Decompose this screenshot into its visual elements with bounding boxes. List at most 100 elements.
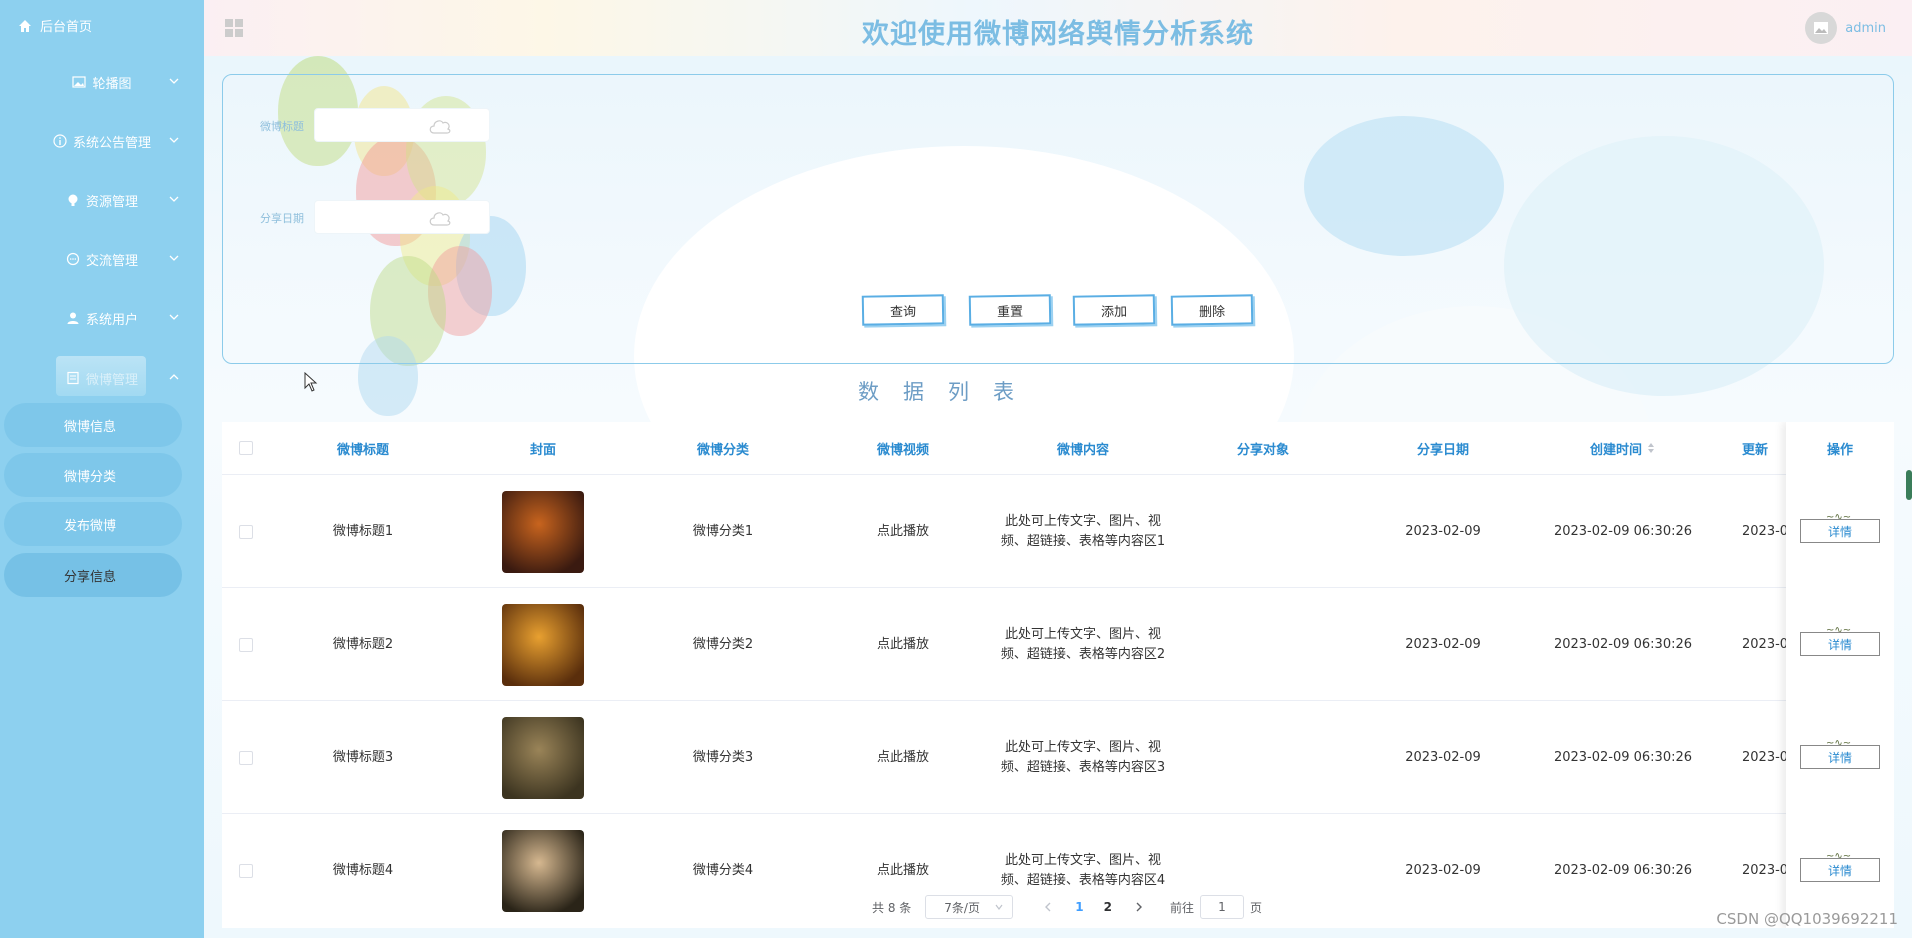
sort-icon[interactable] — [1646, 442, 1656, 454]
cell-created: 2023-02-09 06:30:26 — [1553, 636, 1693, 652]
chevron-down-icon — [169, 255, 179, 261]
select-all-checkbox[interactable] — [239, 441, 253, 455]
cover-image[interactable] — [502, 829, 584, 912]
bulb-icon — [66, 193, 80, 207]
cell-created: 2023-02-09 06:30:26 — [1553, 749, 1693, 765]
username: admin — [1845, 20, 1886, 36]
detail-button[interactable]: 详情 — [1800, 632, 1880, 656]
sidebar-item-resource[interactable]: 资源管理 — [0, 180, 204, 220]
table-row: 微博标题3 微博分类3 点此播放 此处可上传文字、图片、视 频、超链接、表格等内容区3 2… — [222, 700, 1894, 813]
prev-page-icon[interactable] — [1043, 902, 1053, 912]
row-checkbox[interactable] — [239, 524, 253, 539]
page-size-value: 7条/页 — [944, 900, 980, 915]
sidebar-item-label: 资源管理 — [85, 194, 138, 210]
sidebar-item-notice[interactable]: 系统公告管理 — [0, 121, 204, 161]
page-number-1[interactable]: 1 — [1075, 900, 1083, 914]
add-button[interactable]: 添加 — [1072, 294, 1156, 326]
query-button[interactable]: 查询 — [861, 294, 945, 326]
col-header-title: 微博标题 — [336, 442, 389, 458]
chevron-down-icon — [169, 137, 179, 143]
detail-button[interactable]: 详情 — [1800, 858, 1880, 882]
detail-button[interactable]: 详情 — [1800, 519, 1880, 543]
next-page-icon[interactable] — [1134, 902, 1144, 912]
cell-share-date: 2023-02-09 — [1405, 749, 1481, 765]
watermark: CSDN @QQ1039692211 — [1716, 910, 1898, 928]
cover-image[interactable] — [502, 716, 584, 799]
chat-icon — [66, 252, 80, 266]
col-header-created-label: 创建时间 — [1589, 442, 1642, 458]
detail-button[interactable]: 详情 — [1800, 745, 1880, 769]
video-play-link[interactable]: 点此播放 — [840, 701, 966, 814]
cloud-icon — [429, 120, 451, 134]
title-search-input[interactable] — [314, 108, 490, 142]
home-icon — [19, 19, 31, 32]
chevron-down-icon — [169, 314, 179, 320]
cell-cover — [480, 814, 606, 927]
sidebar-item-carousel[interactable]: 轮播图 — [0, 62, 204, 102]
delete-button[interactable]: 删除 — [1170, 294, 1254, 326]
cell-created: 2023-02-09 06:30:26 — [1553, 523, 1693, 539]
page-number-2[interactable]: 2 — [1104, 900, 1112, 914]
goto-page-input[interactable]: 1 — [1200, 895, 1244, 919]
sidebar-item-users[interactable]: 系统用户 — [0, 298, 204, 338]
table-row: 微博标题1 微博分类1 点此播放 此处可上传文字、图片、视 频、超链接、表格等内容区1 2… — [222, 474, 1894, 587]
reset-button[interactable]: 重置 — [968, 294, 1052, 326]
content-line: 频、超链接、表格等内容区4 — [1000, 872, 1166, 888]
select-all-header[interactable] — [222, 422, 270, 474]
sidebar: 后台首页 轮播图 系统公告管理 资源管理 交流管理 系统用户 微博管理 微博信息… — [0, 0, 204, 938]
cover-image[interactable] — [502, 490, 584, 573]
user-icon — [66, 311, 80, 325]
sidebar-home[interactable]: 后台首页 — [18, 16, 92, 35]
sidebar-item-label: 系统公告管理 — [72, 135, 151, 151]
sidebar-sub-share-info[interactable]: 分享信息 — [4, 553, 182, 597]
video-play-link[interactable]: 点此播放 — [840, 475, 966, 588]
info-icon — [53, 134, 67, 148]
sidebar-item-communication[interactable]: 交流管理 — [0, 239, 204, 279]
goto-prefix: 前往 — [1169, 900, 1194, 915]
row-checkbox[interactable] — [239, 637, 253, 652]
sidebar-item-weibo[interactable]: 微博管理 — [0, 358, 204, 398]
user-menu[interactable]: admin — [1805, 12, 1886, 44]
col-header-operation: 操作 — [1826, 442, 1853, 458]
cell-share-date: 2023-02-09 — [1405, 523, 1481, 539]
col-header-target: 分享对象 — [1236, 442, 1289, 458]
cell-share-date: 2023-02-09 — [1405, 636, 1481, 652]
cell-cover — [480, 701, 606, 814]
video-play-link[interactable]: 点此播放 — [840, 588, 966, 701]
cell-category: 微博分类1 — [692, 523, 754, 539]
date-search-input[interactable] — [314, 200, 490, 234]
data-table: 微博标题 封面 微博分类 微博视频 微博内容 分享对象 分享日期 创建时间 更新… — [222, 422, 1894, 928]
content-line: 频、超链接、表格等内容区2 — [1000, 646, 1166, 662]
chevron-down-icon — [169, 196, 179, 202]
table-row: 微博标题2 微博分类2 点此播放 此处可上传文字、图片、视 频、超链接、表格等内容区2 2… — [222, 587, 1894, 700]
content-line: 此处可上传文字、图片、视 — [1004, 852, 1161, 868]
sidebar-sub-weibo-info[interactable]: 微博信息 — [4, 403, 182, 447]
sidebar-sub-label: 微博分类 — [64, 469, 117, 485]
mouse-cursor-icon — [304, 372, 318, 392]
scrollbar-thumb[interactable] — [1906, 470, 1912, 500]
sidebar-sub-label: 微博信息 — [64, 419, 117, 435]
cell-target — [1200, 701, 1326, 814]
cover-image[interactable] — [502, 603, 584, 686]
cell-cover — [480, 475, 606, 588]
sidebar-sub-publish[interactable]: 发布微博 — [4, 502, 182, 546]
col-header-cover: 封面 — [529, 442, 556, 458]
row-checkbox[interactable] — [239, 750, 253, 765]
col-header-content: 微博内容 — [1056, 442, 1109, 458]
cell-title: 微博标题1 — [332, 523, 394, 539]
sidebar-sub-label: 发布微博 — [64, 518, 117, 534]
field-label-date: 分享日期 — [260, 212, 304, 225]
row-select-cell — [222, 701, 270, 814]
content-line: 此处可上传文字、图片、视 — [1004, 739, 1161, 755]
page-size-select[interactable]: 7条/页 — [925, 895, 1014, 919]
sidebar-sub-weibo-category[interactable]: 微博分类 — [4, 453, 182, 497]
row-checkbox[interactable] — [239, 863, 253, 878]
cell-target — [1200, 588, 1326, 701]
row-select-cell — [222, 814, 270, 927]
doc-icon — [66, 371, 80, 385]
cell-category: 微博分类3 — [692, 749, 754, 765]
cell-share-date: 2023-02-09 — [1405, 862, 1481, 878]
col-header-category: 微博分类 — [696, 442, 749, 458]
cell-content: 此处可上传文字、图片、视 频、超链接、表格等内容区1 — [1000, 475, 1166, 588]
col-header-created[interactable]: 创建时间 — [1540, 422, 1706, 474]
